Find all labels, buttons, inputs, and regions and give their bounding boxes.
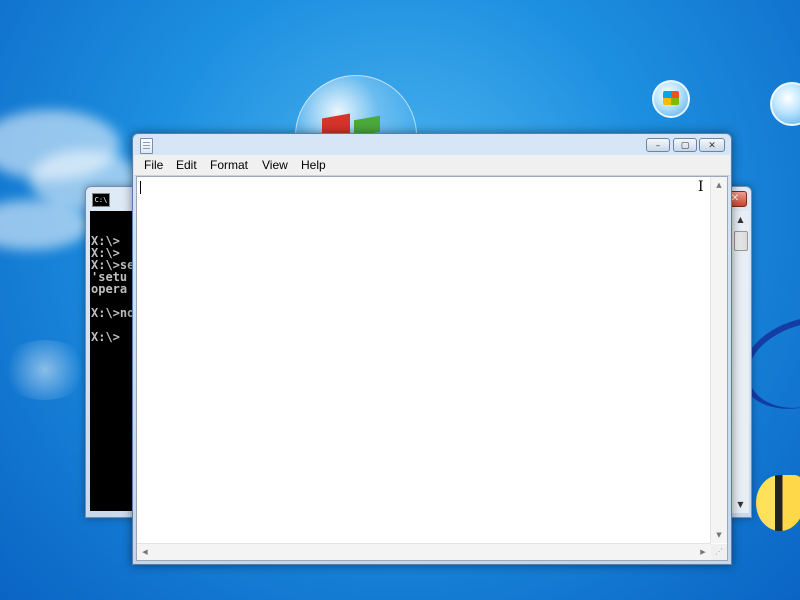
cmd-vertical-scrollbar[interactable]: ▲ ▼ [731,211,749,513]
scroll-up-icon[interactable]: ▲ [711,177,727,193]
windows-orb-icon [652,80,690,118]
text-editor-area[interactable]: I ▲ ▼ ◀ ▶ ⋰ [136,176,728,561]
menu-edit[interactable]: Edit [176,155,197,175]
scroll-down-icon[interactable]: ▼ [711,527,727,543]
ibeam-cursor-icon: I [698,179,704,195]
vertical-scrollbar[interactable]: ▲ ▼ [710,177,727,543]
orb-flag [663,91,679,105]
water-splash-decoration [0,340,90,400]
minimize-button[interactable]: – [646,138,670,152]
maximize-button[interactable]: ▢ [673,138,697,152]
fish-decoration [756,475,800,531]
notepad-app-icon [140,138,153,154]
menu-view[interactable]: View [262,155,288,175]
ie-orb-icon [770,82,800,126]
close-button[interactable]: ✕ [699,138,725,152]
notepad-window[interactable]: – ▢ ✕ File Edit Format View Help I ▲ ▼ ◀… [132,133,732,565]
scroll-right-icon[interactable]: ▶ [695,544,711,560]
horizontal-scrollbar[interactable]: ◀ ▶ [137,543,711,560]
menu-format[interactable]: Format [210,155,248,175]
menu-file[interactable]: File [144,155,163,175]
menu-bar: File Edit Format View Help [134,155,730,176]
menu-help[interactable]: Help [301,155,326,175]
cmd-app-icon: C:\ [92,193,110,207]
text-caret [140,181,141,194]
scroll-thumb[interactable] [734,231,748,251]
resize-grip-icon[interactable]: ⋰ [711,544,727,560]
notepad-titlebar[interactable]: – ▢ ✕ [133,134,731,156]
scroll-down-icon[interactable]: ▼ [732,496,749,513]
scroll-up-icon[interactable]: ▲ [732,211,749,228]
scroll-left-icon[interactable]: ◀ [137,544,153,560]
